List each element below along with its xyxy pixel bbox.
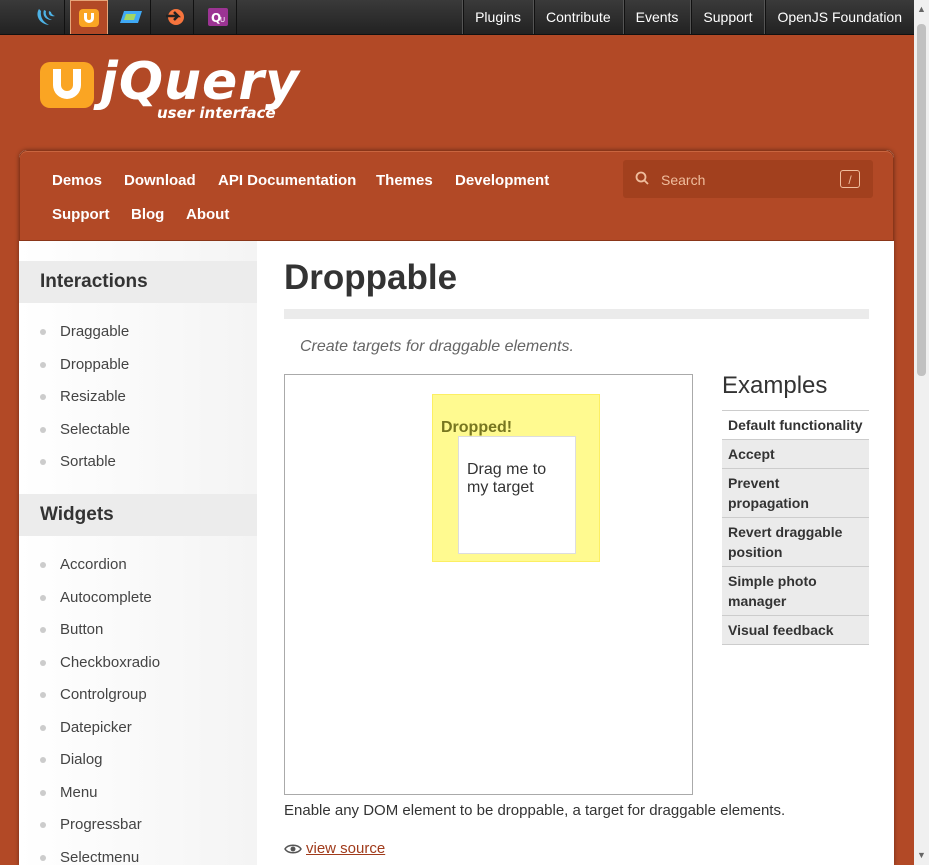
bullet-icon	[40, 757, 46, 763]
main-nav: Demos Download API Documentation Themes …	[19, 150, 894, 241]
logo-wordmark: jQuery	[100, 52, 300, 112]
example-accept[interactable]: Accept	[722, 440, 869, 469]
page-title: Droppable	[284, 258, 458, 297]
bullet-icon	[40, 394, 46, 400]
nav-development[interactable]: Development	[455, 172, 549, 189]
jquery-ui-project-icon	[79, 8, 99, 27]
sidebar-item-datepicker[interactable]: Datepicker	[60, 719, 132, 736]
sizzle-project-icon	[165, 9, 184, 25]
top-link-openjs[interactable]: OpenJS Foundation	[764, 0, 914, 34]
sidebar-item-sortable[interactable]: Sortable	[60, 453, 116, 470]
sidebar-item-controlgroup[interactable]: Controlgroup	[60, 686, 147, 703]
top-links: Plugins Contribute Events Support OpenJS…	[462, 0, 914, 34]
nav-themes[interactable]: Themes	[376, 172, 433, 189]
jquery-mobile-project-link[interactable]	[113, 0, 151, 34]
bullet-icon	[40, 427, 46, 433]
sidebar-item-autocomplete[interactable]: Autocomplete	[60, 589, 152, 606]
logo-subtitle: user interface	[157, 104, 276, 122]
demo-frame: Dropped! Drag me to my target	[284, 374, 693, 795]
title-divider	[284, 309, 869, 319]
bullet-icon	[40, 725, 46, 731]
example-prevent-propagation[interactable]: Prevent propagation	[722, 469, 869, 518]
droppable-target[interactable]: Dropped! Drag me to my target	[432, 394, 600, 562]
sidebar-item-checkboxradio[interactable]: Checkboxradio	[60, 654, 160, 671]
project-bar: QU Plugins Contribute Events Support Ope…	[0, 0, 914, 35]
jquery-mobile-project-icon	[119, 11, 142, 23]
draggable-label: Drag me to my target	[467, 461, 547, 496]
example-revert-draggable-position[interactable]: Revert draggable position	[722, 518, 869, 567]
bullet-icon	[40, 692, 46, 698]
draggable-box[interactable]: Drag me to my target	[458, 436, 576, 554]
bullet-icon	[40, 790, 46, 796]
sidebar: Interactions Draggable Droppable Resizab…	[19, 241, 257, 865]
bullet-icon	[40, 660, 46, 666]
scrollbar-thumb[interactable]	[917, 24, 926, 376]
top-link-contribute[interactable]: Contribute	[533, 0, 623, 34]
search-shortcut-badge: /	[840, 170, 860, 188]
sidebar-item-draggable[interactable]: Draggable	[60, 323, 129, 340]
search-icon	[635, 171, 649, 185]
bullet-icon	[40, 627, 46, 633]
search-box: /	[623, 160, 873, 200]
top-link-events[interactable]: Events	[622, 0, 691, 34]
scroll-up-icon[interactable]: ▲	[914, 2, 929, 17]
jquery-ui-project-link[interactable]	[70, 0, 108, 34]
sidebar-item-accordion[interactable]: Accordion	[60, 556, 127, 573]
sidebar-heading-interactions: Interactions	[19, 261, 257, 303]
search-input[interactable]	[659, 160, 833, 200]
bullet-icon	[40, 329, 46, 335]
qunit-project-link[interactable]: QU	[199, 0, 237, 34]
nav-api-documentation[interactable]: API Documentation	[218, 172, 356, 189]
nav-download[interactable]: Download	[124, 172, 196, 189]
droppable-label: Dropped!	[441, 419, 513, 436]
sidebar-item-button[interactable]: Button	[60, 621, 103, 638]
sidebar-item-progressbar[interactable]: Progressbar	[60, 816, 142, 833]
bullet-icon	[40, 822, 46, 828]
top-link-plugins[interactable]: Plugins	[462, 0, 533, 34]
svg-text:U: U	[220, 16, 225, 24]
example-default-functionality[interactable]: Default functionality	[722, 411, 869, 440]
page-subtitle: Create targets for draggable elements.	[300, 338, 574, 355]
sidebar-heading-widgets: Widgets	[19, 494, 257, 536]
nav-blog[interactable]: Blog	[131, 206, 164, 223]
examples-heading: Examples	[722, 372, 828, 399]
sizzle-project-link[interactable]	[156, 0, 194, 34]
example-simple-photo-manager[interactable]: Simple photo manager	[722, 567, 869, 616]
example-visual-feedback[interactable]: Visual feedback	[722, 616, 869, 645]
view-source-label: view source	[306, 840, 386, 857]
sidebar-item-menu[interactable]: Menu	[60, 784, 98, 801]
sidebar-item-selectable[interactable]: Selectable	[60, 421, 130, 438]
bullet-icon	[40, 595, 46, 601]
bullet-icon	[40, 459, 46, 465]
bullet-icon	[40, 562, 46, 568]
examples-list: Default functionality Accept Prevent pro…	[722, 410, 869, 645]
view-source-link[interactable]: view source	[284, 840, 385, 857]
jquery-project-link[interactable]	[27, 0, 65, 34]
bullet-icon	[40, 855, 46, 861]
nav-support[interactable]: Support	[52, 206, 110, 223]
nav-about[interactable]: About	[186, 206, 229, 223]
demo-description: Enable any DOM element to be droppable, …	[284, 802, 786, 819]
jquery-project-icon	[36, 9, 55, 25]
qunit-project-icon: QU	[207, 8, 228, 26]
sidebar-item-resizable[interactable]: Resizable	[60, 388, 126, 405]
sidebar-item-dialog[interactable]: Dialog	[60, 751, 103, 768]
bullet-icon	[40, 362, 46, 368]
content-container: Demos Download API Documentation Themes …	[19, 150, 894, 865]
jquery-ui-logo-icon	[40, 62, 94, 108]
sidebar-item-droppable[interactable]: Droppable	[60, 356, 129, 373]
nav-demos[interactable]: Demos	[52, 172, 102, 189]
sidebar-item-selectmenu[interactable]: Selectmenu	[60, 849, 139, 865]
page-scrollbar[interactable]: ▲ ▼	[914, 0, 929, 865]
top-link-support[interactable]: Support	[690, 0, 764, 34]
examples-panel: Examples Default functionality Accept Pr…	[722, 372, 869, 645]
eye-icon	[284, 844, 302, 853]
scroll-down-icon[interactable]: ▼	[914, 848, 929, 863]
